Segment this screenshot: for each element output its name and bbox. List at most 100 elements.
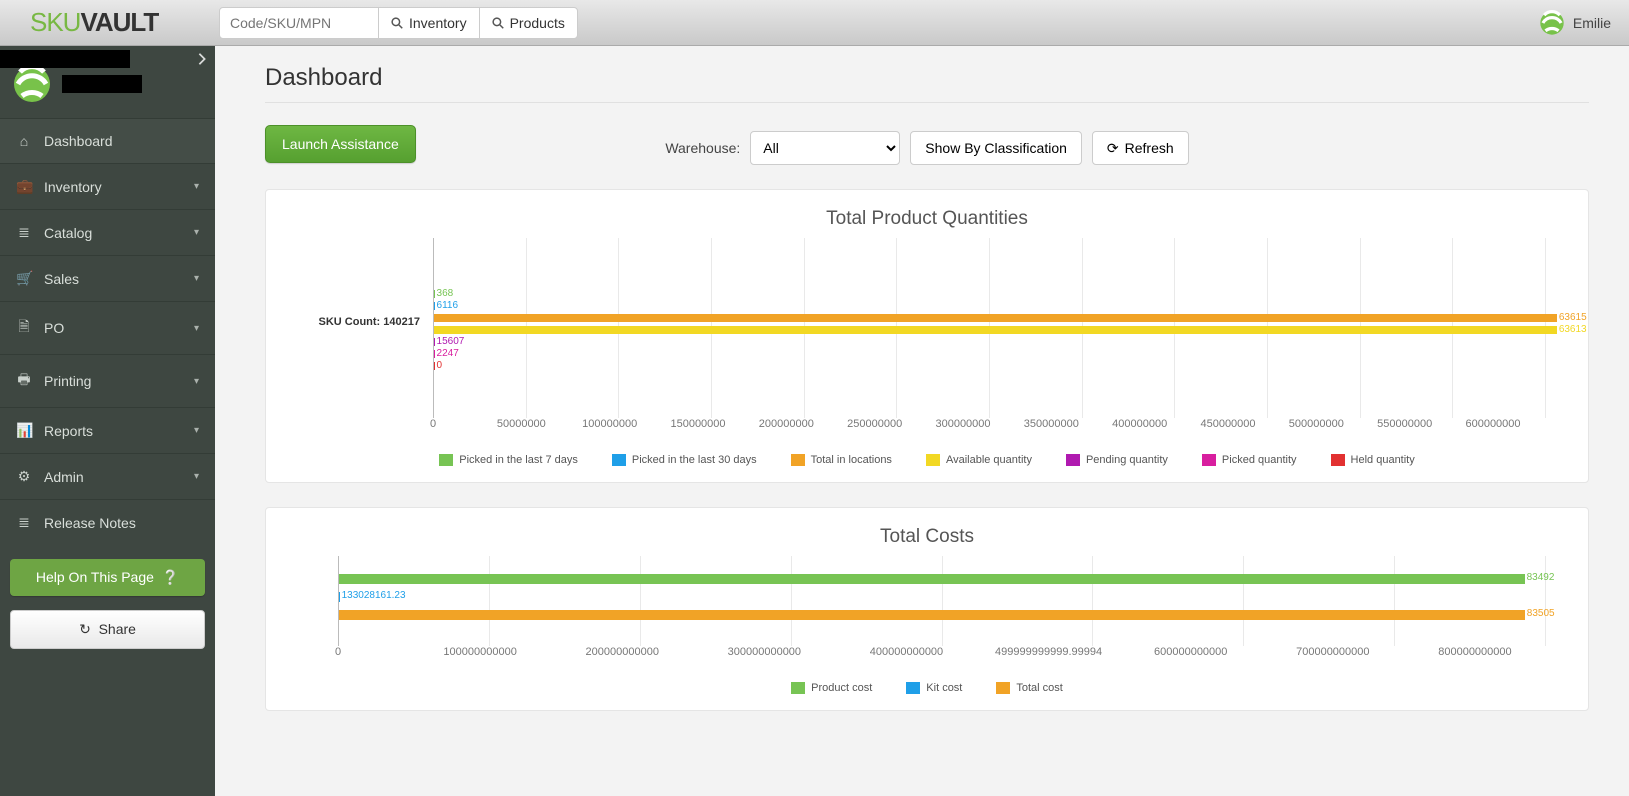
inventory-search-label: Inventory bbox=[409, 15, 467, 31]
search-icon bbox=[391, 17, 403, 29]
help-on-page-label: Help On This Page bbox=[36, 569, 154, 585]
sidebar-collapse-button[interactable] bbox=[195, 52, 209, 69]
legend-swatch bbox=[926, 454, 940, 466]
chevron-down-icon: ▾ bbox=[194, 323, 199, 334]
legend-swatch bbox=[996, 682, 1010, 694]
sidebar-nav: ⌂Dashboard💼Inventory▾≣Catalog▾🛒Sales▾🗎PO… bbox=[0, 118, 215, 545]
sidebar-item-label: Sales bbox=[44, 271, 79, 287]
page-title: Dashboard bbox=[265, 64, 1589, 103]
chart2-x-ticks: 0100000000000200000000000300000000000400… bbox=[338, 646, 1546, 664]
tenant-block bbox=[0, 46, 215, 118]
legend-item[interactable]: Pending quantity bbox=[1066, 454, 1168, 466]
show-by-classification-button[interactable]: Show By Classification bbox=[910, 131, 1082, 165]
share-button[interactable]: ↻ Share bbox=[10, 610, 205, 649]
sidebar-item-reports[interactable]: 📊Reports▾ bbox=[0, 407, 215, 453]
chart-icon: 📊 bbox=[16, 422, 32, 439]
legend-item[interactable]: Picked in the last 7 days bbox=[439, 454, 578, 466]
list-icon: ≣ bbox=[16, 514, 32, 531]
legend-item[interactable]: Held quantity bbox=[1331, 454, 1415, 466]
legend-item[interactable]: Product cost bbox=[791, 682, 872, 694]
chevron-down-icon: ▾ bbox=[194, 273, 199, 284]
legend-label: Picked in the last 7 days bbox=[459, 454, 578, 466]
legend-swatch bbox=[1202, 454, 1216, 466]
legend-label: Pending quantity bbox=[1086, 454, 1168, 466]
user-menu[interactable]: Emilie bbox=[1539, 10, 1619, 36]
help-icon: ❔ bbox=[162, 569, 179, 585]
chart1-legend: Picked in the last 7 days Picked in the l… bbox=[288, 454, 1566, 466]
chevron-down-icon: ▾ bbox=[194, 376, 199, 387]
sidebar-item-printing[interactable]: 🖶 Printing ▾ bbox=[0, 354, 215, 407]
chart2: 83492133028161.2383505 01000000000002000… bbox=[288, 556, 1566, 694]
dashboard-controls: Warehouse: All Show By Classification ⟳ … bbox=[265, 131, 1589, 165]
chart1-bar-held-quantity: 0 bbox=[434, 360, 1546, 372]
legend-item[interactable]: Kit cost bbox=[906, 682, 962, 694]
brand-vault: VAULT bbox=[80, 7, 158, 38]
legend-swatch bbox=[791, 682, 805, 694]
refresh-button[interactable]: ⟳ Refresh bbox=[1092, 131, 1189, 165]
chart2-bar-kit-cost: 133028161.23 bbox=[339, 588, 1546, 606]
legend-label: Held quantity bbox=[1351, 454, 1415, 466]
sidebar-item-label: Reports bbox=[44, 423, 93, 439]
home-icon: ⌂ bbox=[16, 133, 32, 149]
legend-item[interactable]: Total in locations bbox=[791, 454, 892, 466]
chart1-bar-picked-in-the-last-7-days: 368 bbox=[434, 288, 1546, 300]
print-icon: 🖶 bbox=[16, 369, 32, 393]
topbar: SKUVAULT Inventory Products Emilie bbox=[0, 0, 1629, 46]
legend-label: Kit cost bbox=[926, 682, 962, 694]
card-total-costs: Total Costs 83492133028161.2383505 01000… bbox=[265, 507, 1589, 711]
sidebar-item-inventory[interactable]: 💼 Inventory ▾ bbox=[0, 163, 215, 209]
refresh-icon: ⟳ bbox=[1107, 140, 1119, 157]
warehouse-select[interactable]: All bbox=[750, 131, 900, 165]
launch-assistance-button[interactable]: Launch Assistance bbox=[265, 125, 416, 163]
products-search-button[interactable]: Products bbox=[479, 7, 578, 39]
card-total-product-quantities: Total Product Quantities SKU Count: 1402… bbox=[265, 189, 1589, 483]
sidebar-item-po[interactable]: 🗎 PO ▾ bbox=[0, 301, 215, 354]
chevron-right-icon bbox=[195, 52, 209, 66]
products-search-label: Products bbox=[510, 15, 565, 31]
legend-item[interactable]: Picked quantity bbox=[1202, 454, 1297, 466]
chart2-bar-total-cost: 83505 bbox=[339, 606, 1546, 624]
chart2-legend: Product cost Kit cost Total cost bbox=[288, 682, 1566, 694]
tenant-name-redacted bbox=[62, 75, 142, 93]
chart1: SKU Count: 140217 3686116636156361315607… bbox=[288, 238, 1566, 466]
sidebar-item-label: PO bbox=[44, 320, 64, 336]
sidebar-item-admin[interactable]: ⚙Admin▾ bbox=[0, 453, 215, 499]
legend-swatch bbox=[1331, 454, 1345, 466]
legend-item[interactable]: Picked in the last 30 days bbox=[612, 454, 757, 466]
legend-label: Picked in the last 30 days bbox=[632, 454, 757, 466]
sidebar-item-dashboard[interactable]: ⌂ Dashboard bbox=[0, 118, 215, 163]
sidebar-item-label: Catalog bbox=[44, 225, 92, 241]
list-icon: ≣ bbox=[16, 224, 32, 241]
doc-icon: 🗎 bbox=[16, 316, 32, 340]
share-icon: ↻ bbox=[79, 621, 91, 637]
legend-item[interactable]: Available quantity bbox=[926, 454, 1032, 466]
warehouse-label: Warehouse: bbox=[665, 140, 740, 156]
legend-label: Total cost bbox=[1016, 682, 1062, 694]
chart1-bar-pending-quantity: 15607 bbox=[434, 336, 1546, 348]
refresh-label: Refresh bbox=[1125, 140, 1174, 156]
legend-label: Available quantity bbox=[946, 454, 1032, 466]
inventory-search-button[interactable]: Inventory bbox=[378, 7, 480, 39]
sidebar-item-label: Inventory bbox=[44, 179, 102, 195]
sidebar-item-label: Release Notes bbox=[44, 515, 136, 531]
help-on-page-button[interactable]: Help On This Page ❔ bbox=[10, 559, 205, 596]
top-search-group: Inventory Products bbox=[219, 7, 578, 39]
sidebar-item-label: Printing bbox=[44, 373, 91, 389]
sidebar-item-catalog[interactable]: ≣Catalog▾ bbox=[0, 209, 215, 255]
sidebar-item-label: Admin bbox=[44, 469, 84, 485]
content: Dashboard Launch Assistance Warehouse: A… bbox=[215, 46, 1629, 796]
chart2-bar-product-cost: 83492 bbox=[339, 570, 1546, 588]
legend-item[interactable]: Total cost bbox=[996, 682, 1062, 694]
search-input[interactable] bbox=[219, 7, 379, 39]
chart1-ylabel: SKU Count: 140217 bbox=[288, 316, 428, 328]
chevron-down-icon: ▾ bbox=[194, 181, 199, 192]
launch-assistance-label: Launch Assistance bbox=[282, 136, 399, 152]
share-label: Share bbox=[99, 621, 136, 637]
sidebar-item-sales[interactable]: 🛒Sales▾ bbox=[0, 255, 215, 301]
chart1-bar-picked-in-the-last-30-days: 6116 bbox=[434, 300, 1546, 312]
sidebar-item-release-notes[interactable]: ≣ Release Notes bbox=[0, 499, 215, 545]
tenant-logo-icon bbox=[1539, 10, 1565, 36]
sidebar-item-label: Dashboard bbox=[44, 133, 113, 149]
chart1-title: Total Product Quantities bbox=[288, 208, 1566, 230]
case-icon: 💼 bbox=[16, 178, 32, 195]
